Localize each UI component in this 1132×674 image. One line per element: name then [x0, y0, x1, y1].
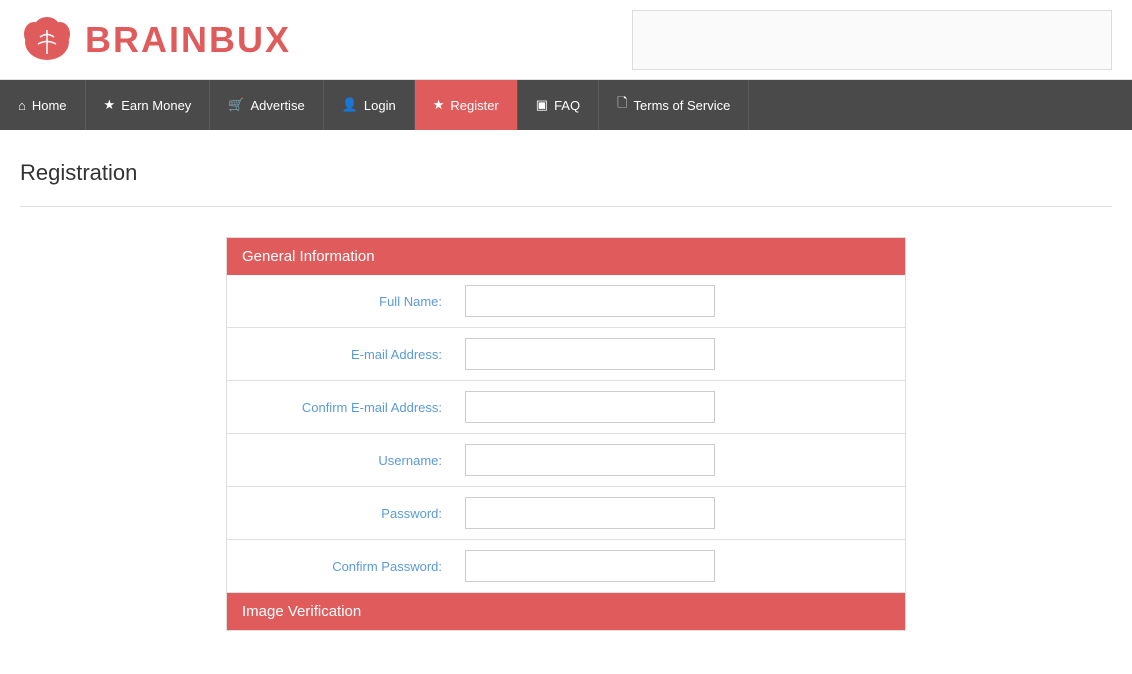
nav-label-home: Home [32, 98, 67, 113]
navbar: ⌂ Home ★ Earn Money 🛒 Advertise 👤 Login … [0, 80, 1132, 130]
username-input[interactable] [465, 444, 715, 476]
username-label: Username: [227, 441, 457, 480]
confirm-password-label: Confirm Password: [227, 547, 457, 586]
header-ad-banner [632, 10, 1112, 70]
home-icon: ⌂ [18, 98, 26, 113]
username-input-wrapper [457, 434, 905, 486]
logo-icon [20, 12, 75, 67]
divider [20, 206, 1112, 207]
nav-label-terms: Terms of Service [634, 98, 731, 113]
confirm-email-input[interactable] [465, 391, 715, 423]
nav-label-advertise: Advertise [250, 98, 304, 113]
header: BRAINBUX [0, 0, 1132, 80]
registration-form: General Information Full Name: E-mail Ad… [226, 237, 906, 631]
password-input-wrapper [457, 487, 905, 539]
confirm-password-row: Confirm Password: [227, 540, 905, 593]
star-icon-earn: ★ [104, 97, 116, 113]
confirm-password-input-wrapper [457, 540, 905, 592]
faq-icon: ▣ [536, 97, 548, 113]
full-name-input[interactable] [465, 285, 715, 317]
user-icon: 👤 [342, 97, 358, 113]
email-input[interactable] [465, 338, 715, 370]
doc-icon: 🗋 [617, 94, 627, 116]
nav-label-register: Register [450, 98, 498, 113]
email-input-wrapper [457, 328, 905, 380]
nav-item-home[interactable]: ⌂ Home [0, 80, 86, 130]
nav-item-advertise[interactable]: 🛒 Advertise [210, 80, 323, 130]
nav-item-earn-money[interactable]: ★ Earn Money [86, 80, 211, 130]
username-row: Username: [227, 434, 905, 487]
star-icon-register: ★ [433, 97, 445, 113]
full-name-row: Full Name: [227, 275, 905, 328]
main-content: Registration General Information Full Na… [0, 130, 1132, 661]
image-verification-header: Image Verification [227, 593, 905, 630]
password-input[interactable] [465, 497, 715, 529]
nav-label-faq: FAQ [554, 98, 580, 113]
confirm-email-input-wrapper [457, 381, 905, 433]
nav-item-register[interactable]: ★ Register [415, 80, 518, 130]
confirm-email-row: Confirm E-mail Address: [227, 381, 905, 434]
nav-item-faq[interactable]: ▣ FAQ [518, 80, 599, 130]
full-name-label: Full Name: [227, 282, 457, 321]
page-title: Registration [20, 160, 1112, 186]
nav-item-login[interactable]: 👤 Login [324, 80, 415, 130]
logo-area: BRAINBUX [20, 12, 291, 67]
password-label: Password: [227, 494, 457, 533]
email-row: E-mail Address: [227, 328, 905, 381]
general-info-header: General Information [227, 238, 905, 275]
nav-item-terms[interactable]: 🗋 Terms of Service [599, 80, 749, 130]
cart-icon: 🛒 [228, 97, 244, 113]
confirm-email-label: Confirm E-mail Address: [227, 388, 457, 427]
nav-label-earn-money: Earn Money [121, 98, 191, 113]
nav-label-login: Login [364, 98, 396, 113]
full-name-input-wrapper [457, 275, 905, 327]
email-label: E-mail Address: [227, 335, 457, 374]
logo-text: BRAINBUX [85, 19, 291, 61]
password-row: Password: [227, 487, 905, 540]
confirm-password-input[interactable] [465, 550, 715, 582]
